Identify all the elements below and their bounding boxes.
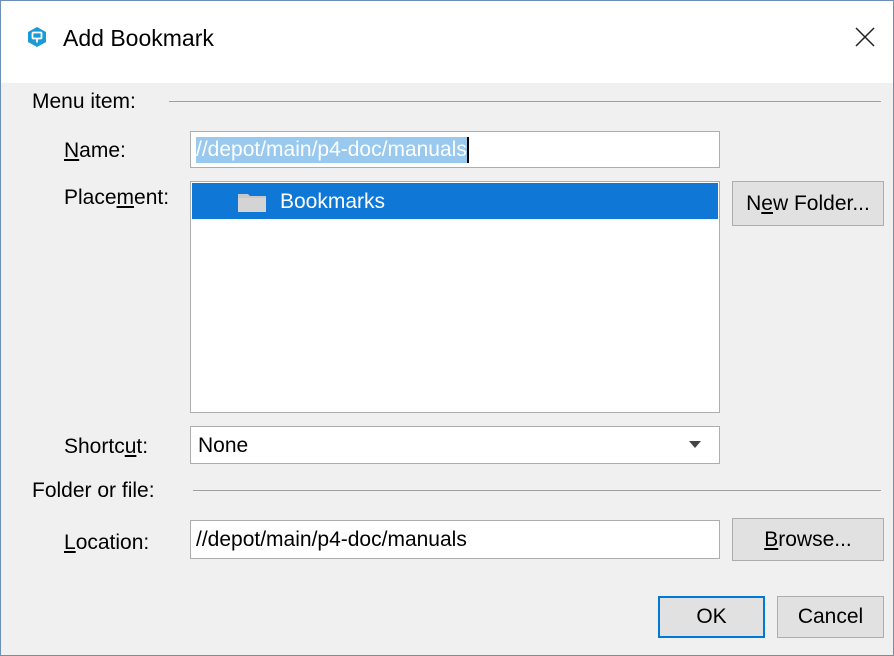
folder-or-file-heading: Folder or file: [32,479,167,503]
ok-button[interactable]: OK [658,596,765,638]
close-button[interactable] [847,19,883,55]
shortcut-select[interactable]: None [190,426,720,464]
cancel-button[interactable]: Cancel [777,596,884,638]
shortcut-label: Shortcut: [64,435,149,458]
shortcut-value: None [198,434,249,457]
name-label: Name: [64,139,126,162]
location-label: Location: [64,531,150,554]
add-bookmark-dialog: Add Bookmark Menu item: Name: //depot/ma… [0,0,894,656]
tree-item-label: Bookmarks [280,190,386,213]
new-folder-button[interactable]: New Folder... [732,181,884,226]
window-title: Add Bookmark [63,25,214,51]
location-input[interactable]: //depot/main/p4-doc/manuals [190,520,720,559]
name-input[interactable]: //depot/main/p4-doc/manuals [190,131,720,168]
menu-item-heading: Menu item: [32,90,148,114]
placement-label: Placement: [64,186,170,209]
section-divider [193,490,881,491]
browse-button[interactable]: Browse... [732,518,884,561]
title-bar: Add Bookmark [1,1,893,83]
tree-item-bookmarks[interactable]: Bookmarks [192,183,718,219]
location-input-value: //depot/main/p4-doc/manuals [196,527,467,551]
perforce-logo-icon [28,27,46,47]
name-input-value: //depot/main/p4-doc/manuals [196,136,469,163]
folder-icon [238,194,266,212]
chevron-down-icon [689,441,701,448]
section-divider [169,101,881,102]
placement-tree[interactable]: Bookmarks [190,181,720,413]
close-icon [855,27,875,47]
